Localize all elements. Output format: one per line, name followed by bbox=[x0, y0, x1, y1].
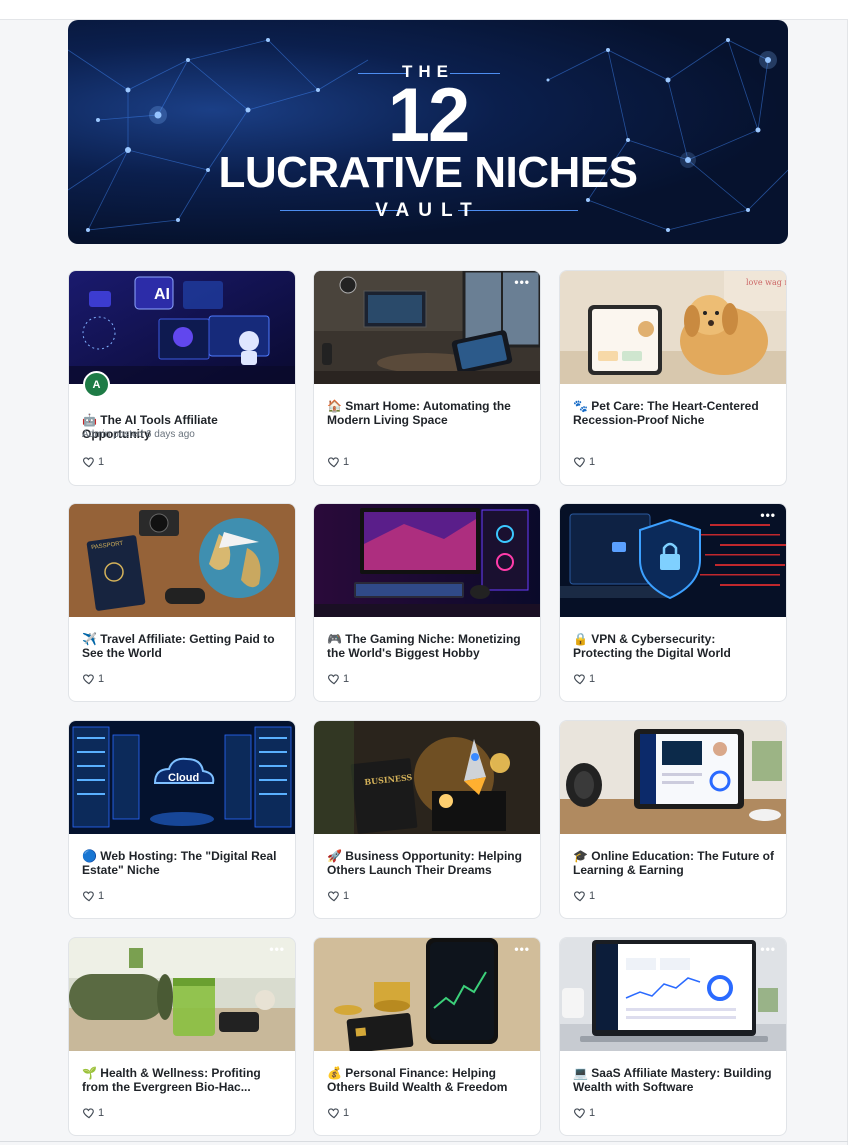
post-title[interactable]: 🔒 VPN & Cybersecurity: Protecting the Di… bbox=[573, 632, 777, 660]
top-bar bbox=[0, 0, 848, 20]
like-count: 1 bbox=[343, 456, 350, 468]
education-icon bbox=[560, 721, 786, 834]
hero-title-number: 12 bbox=[387, 73, 471, 158]
heart-icon bbox=[82, 457, 94, 468]
avatar[interactable]: A bbox=[83, 371, 110, 398]
post-card-education[interactable]: 🎓 Online Education: The Future of Learni… bbox=[559, 720, 787, 919]
like-button[interactable]: 1 bbox=[327, 672, 349, 686]
like-button[interactable]: 1 bbox=[82, 889, 104, 903]
post-card-vpn[interactable]: ••• 🔒 VPN & Cybersecurity: Protecting th… bbox=[559, 503, 787, 702]
post-card-health[interactable]: ••• 🌱 Health & Wellness: Profiting from … bbox=[68, 937, 296, 1136]
cybersecurity-icon: ••• bbox=[560, 504, 786, 617]
page-bottom-divider bbox=[0, 1141, 848, 1142]
more-options-icon[interactable]: ••• bbox=[514, 275, 530, 289]
more-options-icon[interactable]: ••• bbox=[514, 942, 530, 956]
like-count: 1 bbox=[98, 673, 105, 685]
like-button[interactable]: 1 bbox=[327, 455, 349, 469]
heart-icon bbox=[573, 1108, 585, 1119]
heart-icon bbox=[327, 1108, 339, 1119]
post-title[interactable]: 🏠 Smart Home: Automating the Modern Livi… bbox=[327, 399, 531, 427]
like-count: 1 bbox=[343, 673, 350, 685]
post-title[interactable]: 🐾 Pet Care: The Heart-Centered Recession… bbox=[573, 399, 777, 427]
hero-title-main: LUCRATIVE NICHES bbox=[218, 148, 638, 197]
wellness-icon: ••• bbox=[69, 938, 295, 1051]
travel-icon: PASSPORT bbox=[69, 504, 295, 617]
hero-title-vault: VAULT bbox=[375, 200, 481, 221]
heart-icon bbox=[82, 891, 94, 902]
smart-home-icon: ••• bbox=[314, 271, 540, 384]
web-hosting-icon: Cloud bbox=[69, 721, 295, 834]
post-card-finance[interactable]: ••• 💰 Personal Finance: Helping Others B… bbox=[313, 937, 541, 1136]
like-count: 1 bbox=[98, 456, 105, 468]
post-title[interactable]: 💰 Personal Finance: Helping Others Build… bbox=[327, 1066, 531, 1094]
like-count: 1 bbox=[343, 1107, 350, 1119]
post-card-saas[interactable]: ••• 💻 SaaS Affiliate Mastery: Building W… bbox=[559, 937, 787, 1136]
like-count: 1 bbox=[589, 1107, 596, 1119]
thumb-label-cloud: Cloud bbox=[168, 772, 199, 784]
like-count: 1 bbox=[98, 1107, 105, 1119]
post-card-web-hosting[interactable]: Cloud 🔵 Web Hosting: The "Digital Real E… bbox=[68, 720, 296, 919]
pet-care-icon: love wag repeat bbox=[560, 271, 786, 384]
like-button[interactable]: 1 bbox=[82, 672, 104, 686]
ai-tools-icon: AI bbox=[69, 271, 295, 384]
hero-banner: THE 12 LUCRATIVE NICHES VAULT bbox=[68, 20, 788, 244]
post-title[interactable]: 🎮 The Gaming Niche: Monetizing the World… bbox=[327, 632, 531, 660]
post-card-travel[interactable]: PASSPORT ✈️ Travel Affiliate: Getting Pa… bbox=[68, 503, 296, 702]
post-card-business[interactable]: BUSINESS 🚀 Business Opportunity: Helping… bbox=[313, 720, 541, 919]
post-title[interactable]: 🎓 Online Education: The Future of Learni… bbox=[573, 849, 777, 877]
heart-icon bbox=[573, 891, 585, 902]
heart-icon bbox=[82, 674, 94, 685]
like-button[interactable]: 1 bbox=[82, 455, 104, 469]
like-button[interactable]: 1 bbox=[573, 1106, 595, 1120]
post-card-gaming[interactable]: 🎮 The Gaming Niche: Monetizing the World… bbox=[313, 503, 541, 702]
more-options-icon[interactable]: ••• bbox=[760, 942, 776, 956]
like-button[interactable]: 1 bbox=[573, 455, 595, 469]
like-count: 1 bbox=[589, 456, 596, 468]
more-options-icon[interactable]: ••• bbox=[760, 508, 776, 522]
post-card-ai-tools[interactable]: AI A 🤖 The AI Tools Affiliate Opportunit… bbox=[68, 270, 296, 486]
like-button[interactable]: 1 bbox=[327, 1106, 349, 1120]
heart-icon bbox=[82, 1108, 94, 1119]
gaming-icon bbox=[314, 504, 540, 617]
post-title[interactable]: 🌱 Health & Wellness: Profiting from the … bbox=[82, 1066, 286, 1094]
post-title[interactable]: 🔵 Web Hosting: The "Digital Real Estate"… bbox=[82, 849, 286, 877]
saas-icon: ••• bbox=[560, 938, 786, 1051]
post-title[interactable]: 🚀 Business Opportunity: Helping Others L… bbox=[327, 849, 531, 877]
more-options-icon[interactable]: ••• bbox=[269, 942, 285, 956]
like-count: 1 bbox=[343, 890, 350, 902]
post-title[interactable]: ✈️ Travel Affiliate: Getting Paid to See… bbox=[82, 632, 286, 660]
like-count: 1 bbox=[589, 890, 596, 902]
post-title[interactable]: 💻 SaaS Affiliate Mastery: Building Wealt… bbox=[573, 1066, 777, 1094]
like-count: 1 bbox=[98, 890, 105, 902]
post-meta: Admin posted 6 days ago bbox=[82, 429, 195, 440]
like-button[interactable]: 1 bbox=[82, 1106, 104, 1120]
thumb-label-pet: love wag repeat bbox=[746, 278, 786, 287]
heart-icon bbox=[327, 457, 339, 468]
finance-icon: ••• bbox=[314, 938, 540, 1051]
like-button[interactable]: 1 bbox=[573, 672, 595, 686]
post-card-smart-home[interactable]: ••• 🏠 Smart Home: Automating the Modern … bbox=[313, 270, 541, 486]
like-button[interactable]: 1 bbox=[573, 889, 595, 903]
like-button[interactable]: 1 bbox=[327, 889, 349, 903]
thumb-label-ai: AI bbox=[154, 286, 170, 303]
post-card-pet-care[interactable]: love wag repeat 🐾 Pet Care: The Heart-Ce… bbox=[559, 270, 787, 486]
heart-icon bbox=[327, 674, 339, 685]
business-icon: BUSINESS bbox=[314, 721, 540, 834]
like-count: 1 bbox=[589, 673, 596, 685]
heart-icon bbox=[573, 457, 585, 468]
heart-icon bbox=[327, 891, 339, 902]
heart-icon bbox=[573, 674, 585, 685]
